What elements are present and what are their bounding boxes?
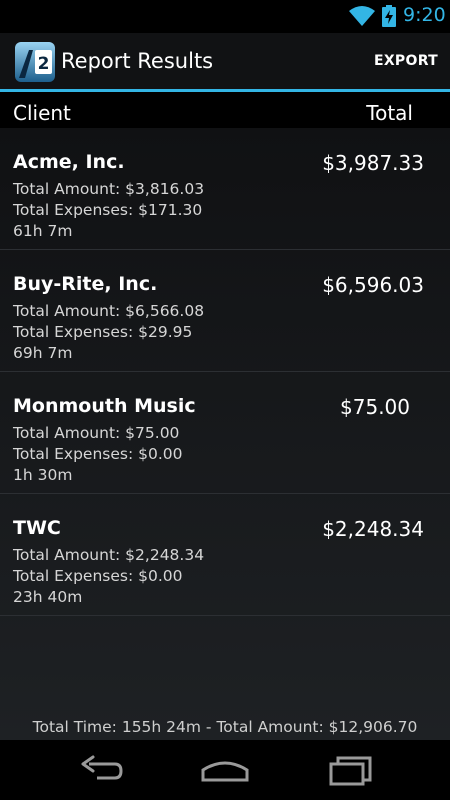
navigation-bar — [0, 740, 450, 800]
client-total: $2,248.34 — [322, 517, 424, 541]
client-name: Acme, Inc. — [13, 151, 125, 173]
total-amount: Total Amount: $3,816.03 — [13, 180, 205, 198]
report-summary: Total Time: 155h 24m - Total Amount: $12… — [32, 718, 418, 736]
list-item[interactable]: Acme, Inc. $3,987.33 Total Amount: $3,81… — [0, 128, 450, 250]
total-expenses: Total Expenses: $29.95 — [13, 323, 193, 341]
status-bar: 9:20 — [0, 0, 450, 33]
back-icon[interactable] — [75, 752, 125, 788]
app-logo-icon[interactable]: 2 — [15, 42, 55, 82]
total-time: 23h 40m — [13, 588, 83, 606]
page-title: Report Results — [61, 49, 214, 73]
list-item[interactable]: TWC $2,248.34 Total Amount: $2,248.34 To… — [0, 494, 450, 616]
total-amount: Total Amount: $75.00 — [13, 424, 180, 442]
total-amount: Total Amount: $2,248.34 — [13, 546, 205, 564]
battery-charging-icon — [382, 5, 396, 27]
client-name: Monmouth Music — [13, 395, 196, 417]
total-amount: Total Amount: $6,566.08 — [13, 302, 205, 320]
column-header: Client Total — [0, 92, 450, 128]
list-item[interactable]: Monmouth Music $75.00 Total Amount: $75.… — [0, 372, 450, 494]
total-time: 69h 7m — [13, 344, 73, 362]
status-time: 9:20 — [403, 4, 446, 26]
report-list: Acme, Inc. $3,987.33 Total Amount: $3,81… — [0, 128, 450, 740]
svg-text:2: 2 — [38, 54, 50, 74]
client-total: $75.00 — [340, 395, 410, 419]
column-header-total: Total — [366, 101, 413, 125]
total-expenses: Total Expenses: $171.30 — [13, 201, 203, 219]
client-total: $3,987.33 — [322, 151, 424, 175]
total-time: 61h 7m — [13, 222, 73, 240]
export-button[interactable]: EXPORT — [372, 47, 440, 75]
total-expenses: Total Expenses: $0.00 — [13, 567, 183, 585]
wifi-icon — [349, 6, 375, 26]
recent-apps-icon[interactable] — [326, 752, 376, 788]
column-header-client: Client — [13, 101, 71, 125]
client-total: $6,596.03 — [322, 273, 424, 297]
client-name: Buy-Rite, Inc. — [13, 273, 158, 295]
list-item[interactable]: Buy-Rite, Inc. $6,596.03 Total Amount: $… — [0, 250, 450, 372]
screen: 9:20 2 Report Results EXPORT Client Tota… — [0, 0, 450, 800]
total-expenses: Total Expenses: $0.00 — [13, 445, 183, 463]
total-time: 1h 30m — [13, 466, 73, 484]
home-icon[interactable] — [200, 752, 250, 788]
action-bar: 2 Report Results EXPORT — [0, 33, 450, 92]
client-name: TWC — [13, 517, 61, 539]
